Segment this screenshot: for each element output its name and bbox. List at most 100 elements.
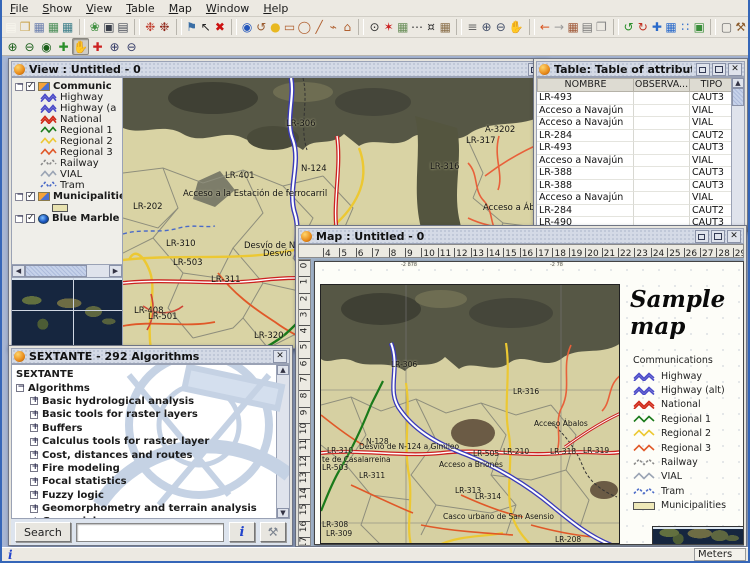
menu-item[interactable]: File [6,1,36,16]
sextante-window[interactable]: SEXTANTE - 292 Algorithms ✕ [8,345,293,546]
layer-item[interactable]: Regional 3 [12,147,122,158]
navigator-globe-icon[interactable]: ◉ [240,19,254,36]
maximize-button[interactable] [711,230,725,243]
tools-button[interactable]: ⚒ [260,522,286,542]
tree-expander-icon[interactable] [30,464,38,472]
table-row[interactable]: LR-284 CAUT2 [537,130,731,143]
tree-expander-icon[interactable] [16,384,24,392]
forward-arrow-icon[interactable]: → [552,19,566,36]
pointer-icon[interactable]: ↖ [199,19,213,36]
layout-legend[interactable]: Communications Highway [633,355,743,513]
minimize-button[interactable] [696,63,710,76]
move-view-icon[interactable]: ✚ [650,19,664,36]
layer-stack-icon[interactable]: ≡ [465,19,479,36]
clear-selection-icon[interactable]: ✖ [213,19,227,36]
layer-item[interactable]: Regional 2 [12,136,122,147]
close-button[interactable]: ✕ [728,63,742,76]
table-row[interactable]: Acceso a Navajún VIAL [537,155,731,168]
menu-item[interactable]: Window [202,1,257,16]
tree-expander-icon[interactable] [30,424,38,432]
layer-checkbox[interactable] [26,82,35,91]
tree-expander-icon[interactable] [30,491,38,499]
scrollbar-thumb[interactable] [25,265,87,277]
select-flag-icon[interactable]: ⚑ [185,19,199,36]
tree-expander-icon[interactable] [30,518,38,519]
save-view-icon[interactable]: ▦ [46,19,60,36]
table-row[interactable]: Acceso a Navajún VIAL [537,117,731,130]
map-layout-window[interactable]: Map : Untitled - 0 ✕ 4567891011121314151… [295,225,747,547]
rollback-icon[interactable]: ↻ [636,19,650,36]
layer-checkbox[interactable] [26,214,35,223]
zoom-minus-icon[interactable]: ⊖ [123,38,140,55]
tree-expander-icon[interactable] [30,478,38,486]
maximize-button[interactable] [712,63,726,76]
georeference-icon[interactable]: ❉ [143,19,157,36]
save-project-icon[interactable]: ▦ [32,19,46,36]
visibility-eye-icon[interactable]: ⊙ [367,19,381,36]
menu-item[interactable]: View [82,1,120,16]
scrollbar-thumb[interactable] [732,88,744,106]
table-row[interactable]: LR-493 CAUT3 [537,142,731,155]
algorithm-item[interactable]: Cost, distances and routes [16,448,276,461]
preferences-tools-icon[interactable]: ⚒ [734,19,748,36]
point-tool-icon[interactable]: ● [268,19,282,36]
column-header[interactable]: OBSERVA... [634,78,690,92]
tree-expander-icon[interactable] [30,505,38,513]
zoom-selected-icon[interactable]: ✚ [55,38,72,55]
layer-item[interactable]: VIAL [12,169,122,180]
layer-item[interactable]: National [12,114,122,125]
zoom-plus-icon[interactable]: ⊕ [106,38,123,55]
select-region-icon[interactable]: ▢ [719,19,733,36]
measure-area-icon[interactable]: ¤ [424,19,438,36]
tree-expander-icon[interactable] [15,193,23,201]
layer-item[interactable]: Municipalities [12,191,122,202]
attribute-table-icon[interactable]: ▦ [438,19,452,36]
pan-hand-icon[interactable]: ✋ [508,19,525,36]
layout-world-image[interactable] [652,526,744,545]
tree-expander-icon[interactable] [30,397,38,405]
layer-item[interactable] [12,202,122,213]
pan-tool-icon[interactable]: ✋ [72,38,89,55]
open-project-icon[interactable]: ❒ [18,19,32,36]
menu-item[interactable]: Show [38,1,80,16]
share-geodata-icon[interactable]: ❉ [157,19,171,36]
new-layout-icon[interactable]: ❐ [594,19,608,36]
export-globe-icon[interactable]: ▦ [61,19,75,36]
table-row[interactable]: Acceso a Navajún VIAL [537,105,731,118]
close-button[interactable]: ✕ [727,230,741,243]
layer-item[interactable]: Tram [12,180,122,191]
column-header[interactable]: NOMBRE [537,78,634,92]
locator-map[interactable] [12,277,122,348]
table-row[interactable]: Acceso a Navajún VIAL [537,192,731,205]
sextante-titlebar[interactable]: SEXTANTE - 292 Algorithms ✕ [11,348,290,364]
search-button[interactable]: Search [15,522,71,542]
raster-image-icon[interactable]: ▣ [692,19,706,36]
table-row[interactable]: LR-493 CAUT3 [537,92,731,105]
menu-item[interactable]: Help [259,1,296,16]
refresh-icon[interactable]: ↺ [622,19,636,36]
rectangle-tool-icon[interactable]: ▭ [282,19,296,36]
zoom-in-lens-icon[interactable]: ⊕ [480,19,494,36]
algorithm-item[interactable]: SEXTANTE [16,368,276,381]
new-document-icon[interactable]: ▤ [4,19,18,36]
layer-item[interactable]: Communic [12,81,122,92]
scroll-right-icon[interactable]: ▶ [109,265,122,277]
algorithm-item[interactable]: Algorithms [16,381,276,394]
toc-horizontal-scrollbar[interactable]: ◀ ▶ [12,264,122,277]
tree-expander-icon[interactable] [15,83,23,91]
map-window-titlebar[interactable]: Map : Untitled - 0 ✕ [298,228,744,244]
layout-title-text[interactable]: Sample map [630,286,742,340]
table-row[interactable]: LR-284 CAUT2 [537,205,731,218]
scroll-left-icon[interactable]: ◀ [12,265,25,277]
show-table-icon[interactable]: ▦ [566,19,580,36]
algorithm-item[interactable]: Buffers [16,422,276,435]
info-button[interactable]: i [229,522,255,542]
menu-item[interactable]: Map [165,1,200,16]
back-arrow-icon[interactable]: ← [538,19,552,36]
table-row[interactable]: LR-388 CAUT3 [537,180,731,193]
tile-windows-icon[interactable]: ∷ [678,19,692,36]
add-event-theme-icon[interactable]: ❀ [88,19,102,36]
measure-distance-icon[interactable]: ⋯ [410,19,424,36]
algorithm-item[interactable]: Geosocial [16,515,276,519]
zoom-in-globe-icon[interactable]: ⊕ [4,38,21,55]
